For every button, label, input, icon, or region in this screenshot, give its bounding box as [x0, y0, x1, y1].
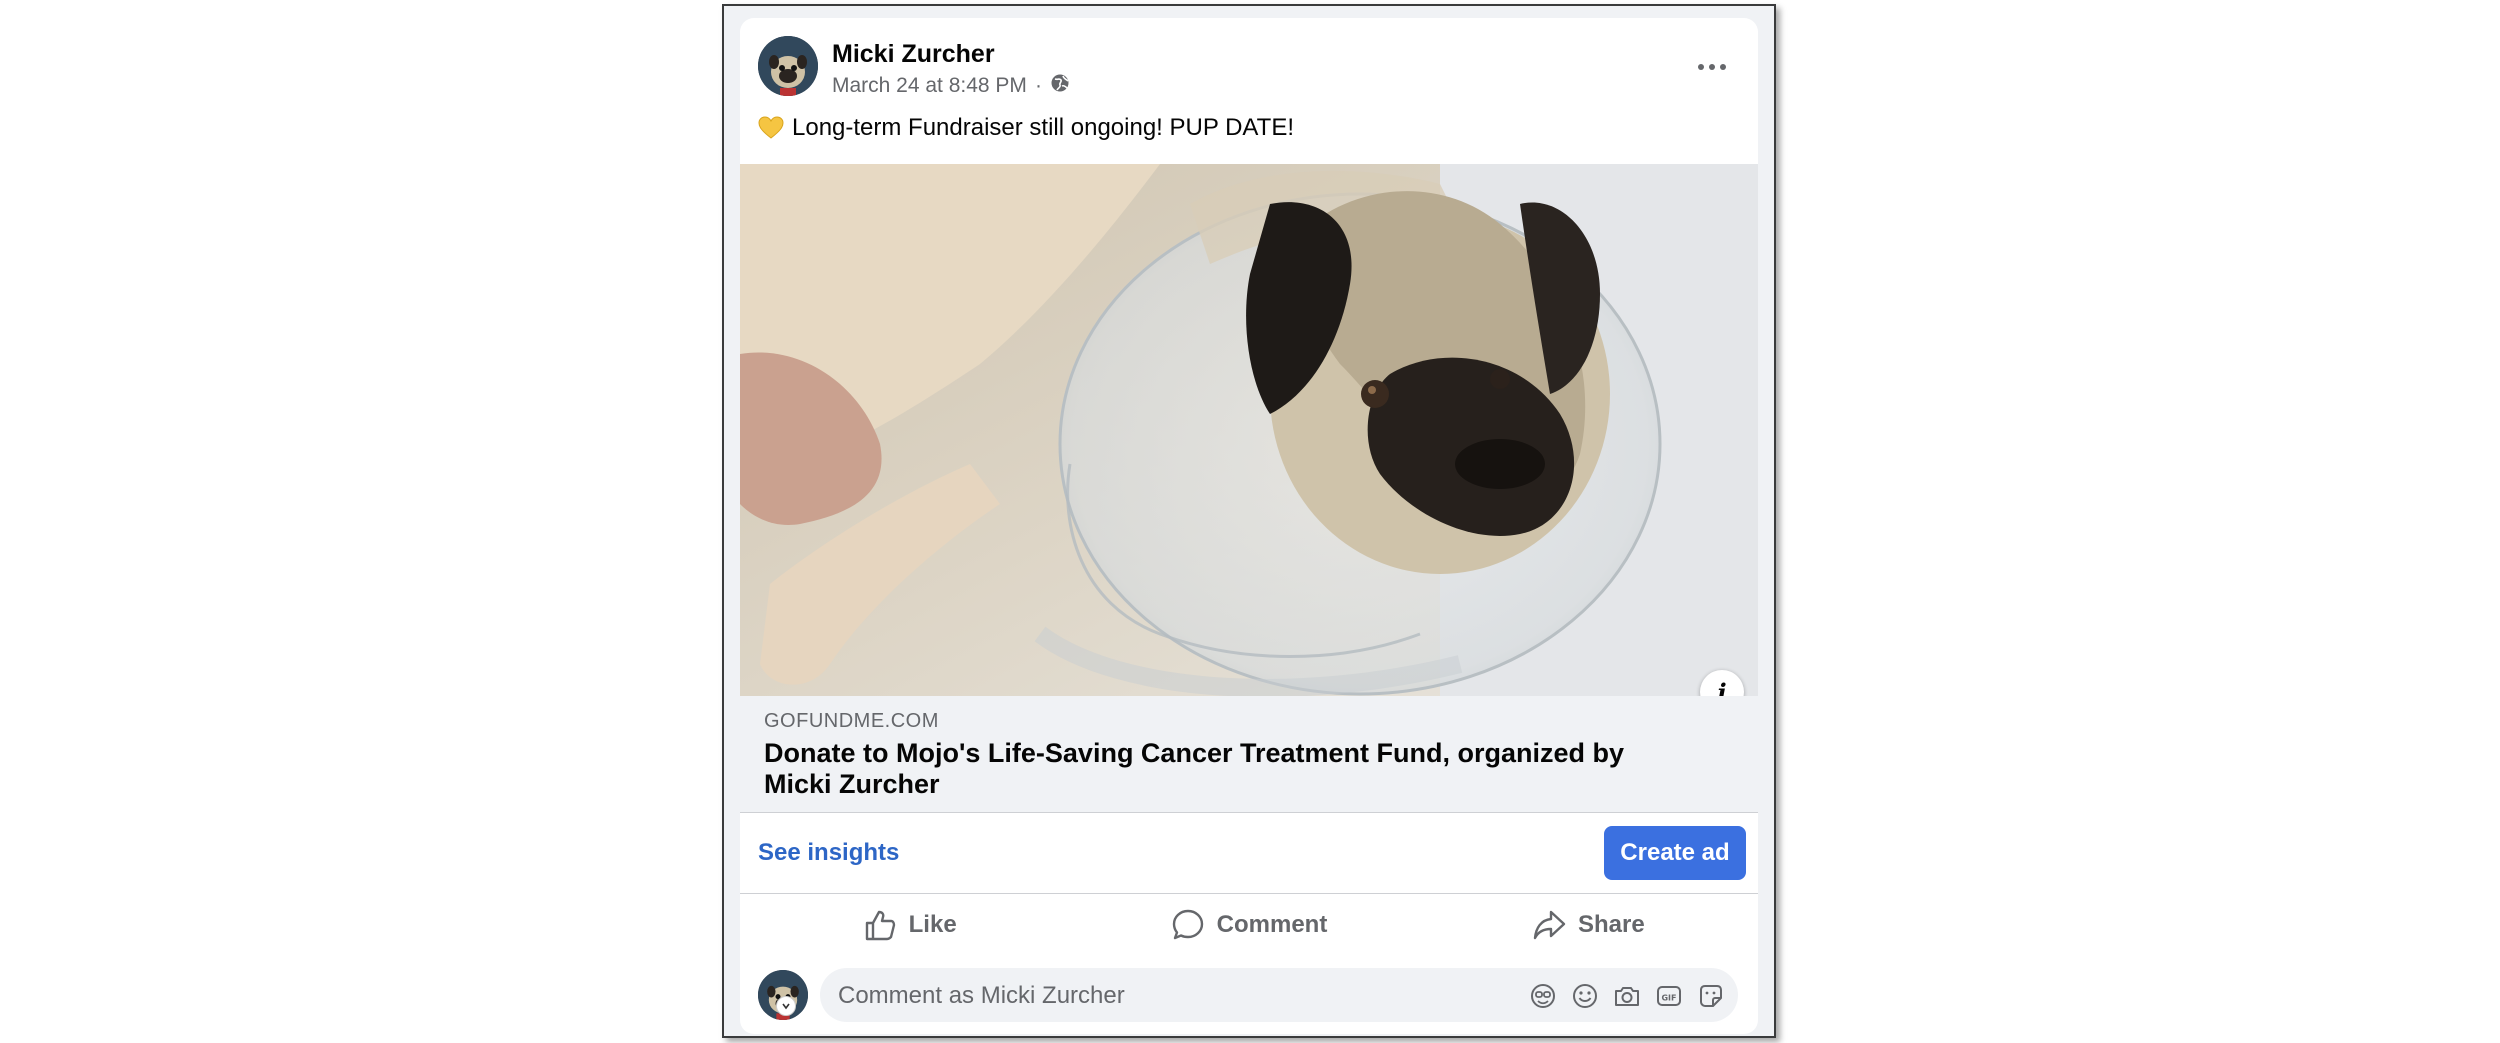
comment-label: Comment	[1216, 911, 1328, 938]
globe-icon[interactable]	[1050, 73, 1070, 99]
post-body-text: Long-term Fundraiser still ongoing! PUP …	[792, 114, 1294, 141]
sticker-icon[interactable]	[1696, 981, 1726, 1011]
camera-icon[interactable]	[1612, 981, 1642, 1011]
author-name[interactable]: Micki Zurcher	[832, 40, 995, 69]
author-avatar[interactable]	[758, 36, 818, 96]
thumbs-up-icon	[865, 910, 895, 941]
comment-input[interactable]	[836, 968, 1460, 1024]
post-timestamp[interactable]: March 24 at 8:48 PM	[832, 74, 1027, 98]
browser-frame: Micki Zurcher March 24 at 8:48 PM · Long…	[722, 4, 1776, 1038]
gif-icon[interactable]: GIF	[1654, 981, 1684, 1011]
post-text: Long-term Fundraiser still ongoing! PUP …	[758, 114, 1294, 142]
like-label: Like	[908, 911, 957, 938]
insights-row: See insights Create ad	[740, 813, 1758, 894]
post-meta: March 24 at 8:48 PM ·	[832, 73, 1070, 99]
more-dot-icon	[1698, 64, 1704, 70]
comment-input-wrapper: GIF	[820, 968, 1738, 1024]
share-button[interactable]: Share	[1419, 894, 1758, 956]
more-options-button[interactable]	[1692, 52, 1732, 82]
avatar-sticker-icon[interactable]	[1528, 981, 1558, 1011]
post-photo[interactable]	[740, 164, 1758, 696]
svg-text:GIF: GIF	[1661, 994, 1676, 1003]
yellow-heart-icon	[758, 116, 784, 139]
share-label: Share	[1577, 911, 1645, 938]
meta-separator: ·	[1034, 74, 1042, 97]
share-arrow-icon	[1533, 910, 1566, 940]
post-actions: Like Comment Share	[740, 894, 1758, 956]
link-title[interactable]: Donate to Mojo's Life-Saving Cancer Trea…	[764, 738, 1664, 800]
more-dot-icon	[1709, 64, 1715, 70]
comment-tools: GIF	[1528, 981, 1726, 1011]
comment-bubble-icon	[1172, 909, 1203, 940]
link-preview[interactable]: GOFUNDME.COM Donate to Mojo's Life-Savin…	[740, 696, 1758, 813]
more-dot-icon	[1720, 64, 1726, 70]
see-insights-link[interactable]: See insights	[758, 839, 899, 867]
link-domain: GOFUNDME.COM	[764, 710, 939, 732]
create-ad-button[interactable]: Create ad	[1604, 826, 1746, 880]
post-card: Micki Zurcher March 24 at 8:48 PM · Long…	[740, 18, 1758, 1034]
like-button[interactable]: Like	[740, 894, 1079, 956]
comment-button[interactable]: Comment	[1079, 894, 1418, 956]
emoji-icon[interactable]	[1570, 981, 1600, 1011]
comment-composer: GIF	[740, 956, 1758, 1034]
profile-switch-chevron-icon[interactable]	[776, 996, 796, 1016]
